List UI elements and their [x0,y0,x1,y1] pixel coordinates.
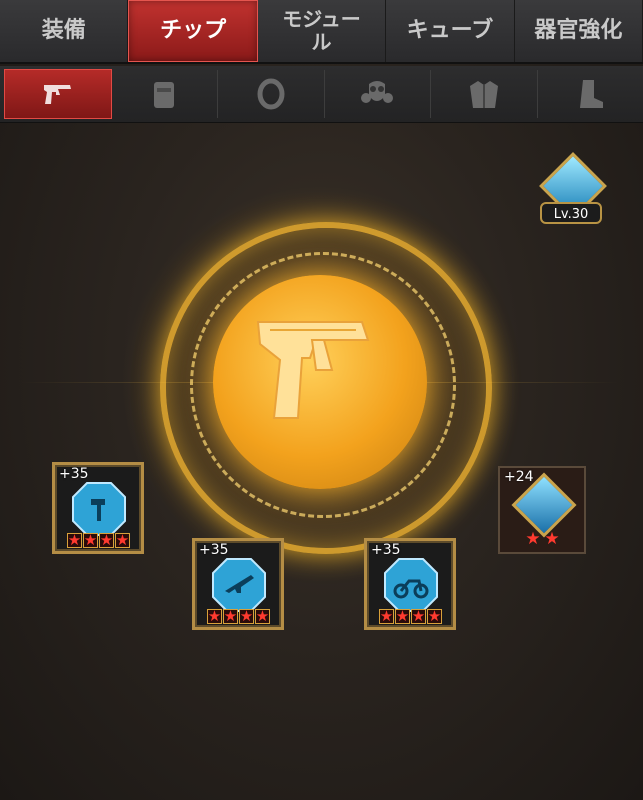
category-pistol[interactable] [4,69,112,119]
category-ring[interactable] [218,70,325,118]
chip-slot-people[interactable]: +24 ★ ★ [498,466,586,554]
chip-level: +35 [59,466,89,482]
level-badge[interactable]: Lv.30 [536,152,607,228]
boot-icon [580,80,604,108]
chip-level: +24 [504,469,534,485]
star-rating: ★ ★ [525,528,560,549]
tab-chip[interactable]: チップ [128,0,258,62]
category-gas-mask[interactable] [325,70,431,118]
rifle-icon [212,558,266,612]
chip-slot-hammer[interactable]: +35 ★ ★ ★ ★ [52,462,144,554]
chip-slot-rifle[interactable]: +35 ★ ★ ★ ★ [192,538,284,630]
jacket-icon [469,81,498,108]
top-tab-bar: 装備 チップ モジュー ル キューブ 器官強化 [0,0,643,64]
hammer-icon [72,482,126,536]
pistol-icon [43,85,71,104]
gas-mask-icon [361,81,394,103]
category-boot[interactable] [538,70,643,118]
chip-level: +35 [371,542,401,558]
tab-organ-enhance[interactable]: 器官強化 [515,0,643,62]
category-vest[interactable] [112,70,218,118]
ring-icon [257,78,285,110]
chip-slot-motorcycle[interactable]: +35 ★ ★ ★ ★ [364,538,456,630]
level-label: Lv.30 [540,202,602,224]
motorcycle-icon [384,558,438,612]
pistol-icon [256,321,370,419]
tab-module[interactable]: モジュー ル [258,0,387,62]
star-rating: ★ ★ ★ ★ [379,607,442,625]
star-rating: ★ ★ ★ ★ [207,607,270,625]
category-jacket[interactable] [431,70,538,118]
tab-equipment[interactable]: 装備 [0,0,129,62]
star-rating: ★ ★ ★ ★ [67,531,130,549]
category-bar [0,66,643,123]
weapon-slot-orb[interactable] [213,275,427,489]
chip-level: +35 [199,542,229,558]
tab-cube[interactable]: キューブ [386,0,515,62]
vest-icon [154,82,175,108]
